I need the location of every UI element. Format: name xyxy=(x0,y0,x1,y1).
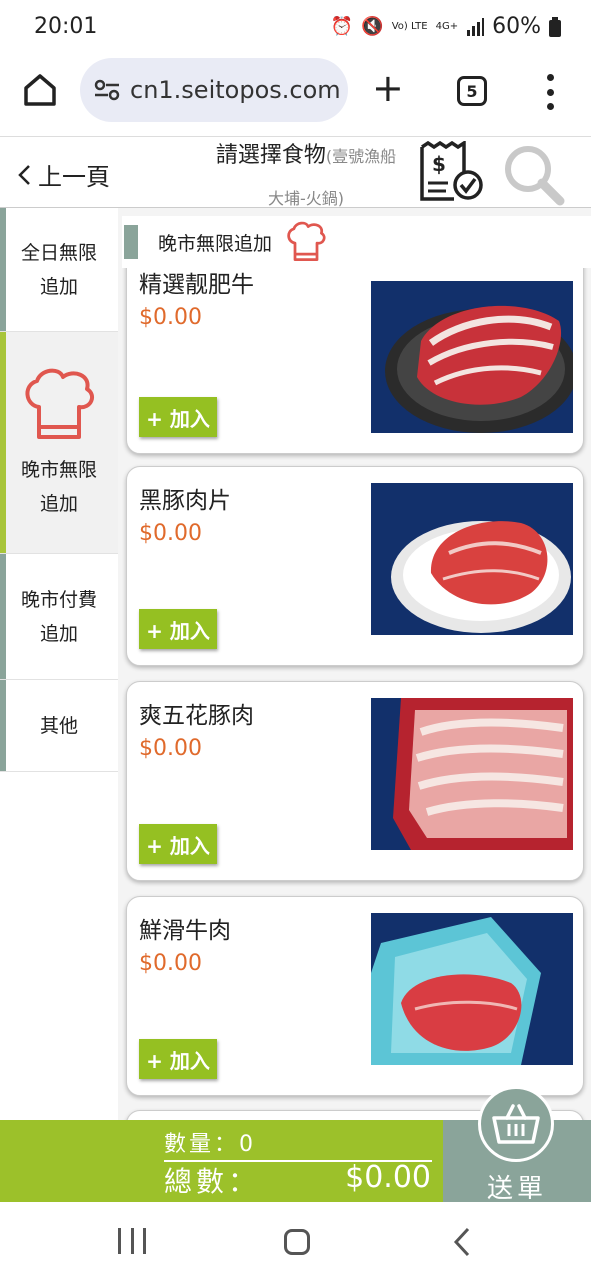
back-label: 上一頁 xyxy=(38,163,110,191)
category-label: 追加 xyxy=(39,275,78,298)
receipt-icon[interactable]: $ xyxy=(418,141,484,205)
svg-text:$: $ xyxy=(432,152,446,176)
add-to-cart-button[interactable]: + 加入 xyxy=(139,397,217,437)
add-to-cart-button[interactable]: + 加入 xyxy=(139,609,217,649)
category-label: 晚市付費 xyxy=(20,588,97,611)
product-photo xyxy=(371,913,573,1065)
category-dinner-paid[interactable]: 晚市付費 追加 xyxy=(0,554,118,680)
page-title: 請選擇食物(壹號漁船 大埔-火鍋) xyxy=(196,141,416,214)
status-time: 20:01 xyxy=(34,14,98,39)
section-title: 晚市無限追加 xyxy=(158,232,273,255)
chef-hat-icon xyxy=(287,221,326,261)
recent-apps-icon[interactable] xyxy=(118,1228,146,1254)
volte-icon: Vo) LTE xyxy=(391,20,428,32)
product-name: 黑豚肉片 xyxy=(139,488,231,514)
cart-quantity: 數量：0 xyxy=(164,1126,432,1162)
category-sidebar: 全日無限 追加 晚市無限 追加 晚市付費 追加 其他 xyxy=(0,208,118,1120)
status-bar: 20:01 ⏰ 🔇 Vo) LTE 4G+ 60% xyxy=(0,0,591,56)
alarm-icon: ⏰ xyxy=(330,16,354,37)
more-menu-icon[interactable] xyxy=(540,74,560,110)
product-price: $0.00 xyxy=(139,305,202,330)
cart-total: $0.00 xyxy=(345,1160,431,1195)
category-label: 晚市無限 xyxy=(20,458,97,481)
add-to-cart-button[interactable]: + 加入 xyxy=(139,824,217,864)
signal-icon xyxy=(467,17,485,36)
status-icons: ⏰ 🔇 Vo) LTE 4G+ 60% xyxy=(331,14,561,39)
cart-summary: 數量：0 總數： $0.00 xyxy=(0,1120,443,1202)
new-tab-button[interactable]: + xyxy=(372,68,404,108)
category-label: 追加 xyxy=(39,622,78,645)
section-marker xyxy=(124,225,138,259)
address-bar[interactable]: cn1.seitopos.com xyxy=(80,58,348,122)
product-photo xyxy=(371,698,573,850)
back-button[interactable]: 上一頁 xyxy=(16,157,110,192)
category-label: 全日無限 xyxy=(20,241,97,264)
category-label: 追加 xyxy=(39,492,78,515)
product-photo xyxy=(371,281,573,433)
category-label: 其他 xyxy=(39,714,78,737)
cart-total-label: 總數： xyxy=(164,1165,261,1198)
section-header: 晚市無限追加 xyxy=(122,216,591,268)
home-icon[interactable] xyxy=(20,70,60,110)
chevron-left-icon xyxy=(18,164,30,185)
browser-toolbar: cn1.seitopos.com + 5 xyxy=(0,56,591,136)
product-price: $0.00 xyxy=(139,951,202,976)
product-card: 爽五花豚肉 $0.00 + 加入 xyxy=(126,681,584,881)
back-nav-icon[interactable] xyxy=(452,1226,472,1258)
battery-icon xyxy=(549,16,561,37)
add-to-cart-button[interactable]: + 加入 xyxy=(139,1039,217,1079)
product-name: 爽五花豚肉 xyxy=(139,703,254,729)
search-icon[interactable] xyxy=(500,143,566,207)
mute-icon: 🔇 xyxy=(361,16,384,37)
title-sub: (壹號漁船 xyxy=(325,147,397,166)
product-photo xyxy=(371,483,573,635)
battery-percent: 60% xyxy=(492,14,541,39)
product-price: $0.00 xyxy=(139,736,202,761)
home-nav-icon[interactable] xyxy=(284,1229,310,1255)
product-card: 精選靓肥牛 $0.00 + 加入 xyxy=(126,242,584,454)
title-main: 請選擇食物 xyxy=(215,143,326,168)
product-card: 鮮滑牛肉 $0.00 + 加入 xyxy=(126,896,584,1096)
site-settings-icon[interactable] xyxy=(94,79,120,101)
product-name: 鮮滑牛肉 xyxy=(139,918,231,944)
url-text: cn1.seitopos.com xyxy=(130,76,341,104)
system-nav-bar xyxy=(0,1202,591,1280)
product-name: 精選靓肥牛 xyxy=(139,272,254,298)
basket-glyph xyxy=(492,1104,540,1144)
submit-label: 送單 xyxy=(487,1174,548,1204)
4g-icon: 4G+ xyxy=(435,20,459,32)
basket-icon[interactable] xyxy=(478,1086,554,1162)
product-price: $0.00 xyxy=(139,521,202,546)
product-card: 黑豚肉片 $0.00 + 加入 xyxy=(126,466,584,666)
category-all-day[interactable]: 全日無限 追加 xyxy=(0,208,118,332)
category-other[interactable]: 其他 xyxy=(0,680,118,772)
tab-switcher-button[interactable]: 5 xyxy=(457,76,487,106)
product-list[interactable]: 精選靓肥牛 $0.00 + 加入 晚市無限追加 黑豚肉片 $0.00 + 加入 xyxy=(118,208,591,1120)
app-header: 上一頁 請選擇食物(壹號漁船 大埔-火鍋) $ xyxy=(0,136,591,208)
category-dinner-unlimited[interactable]: 晚市無限 追加 xyxy=(0,332,118,554)
chef-hat-icon xyxy=(25,368,95,439)
